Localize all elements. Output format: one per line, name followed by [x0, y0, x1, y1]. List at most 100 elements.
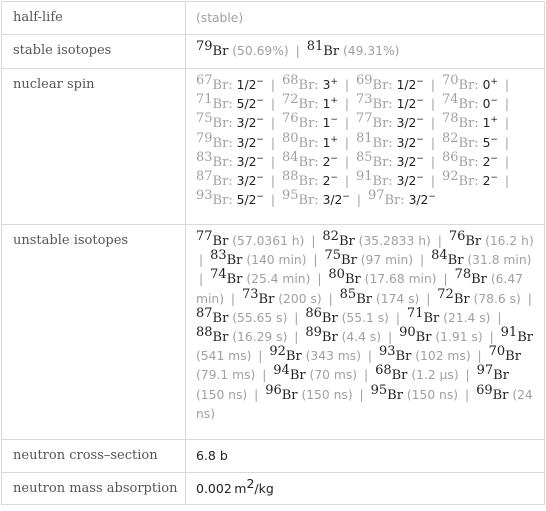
element-symbol: Br:: [212, 154, 233, 170]
element-symbol: Br: [356, 291, 372, 307]
separator: |: [426, 291, 431, 306]
isotope-mass-number: 75: [324, 248, 342, 264]
spin-value: 3/2: [396, 135, 417, 150]
spin-parity: −: [416, 173, 424, 184]
element-symbol: Br:: [212, 116, 233, 132]
nuclear-spin-item: 68Br: 3+: [282, 74, 338, 93]
separator: |: [262, 368, 267, 383]
element-symbol: Br: [212, 234, 229, 249]
separator: |: [344, 174, 350, 189]
spin-parity: −: [490, 173, 498, 184]
stable-isotopes-value: 79Br (50.69%) | 81Br (49.31%): [185, 34, 545, 69]
isotope-half-life: (21.4 s): [443, 310, 491, 325]
isotope-half-life: (4.4 s): [341, 330, 382, 345]
nuclear-spin-item: 69Br: 1/2−: [356, 74, 424, 93]
separator: |: [344, 135, 350, 150]
separator: |: [504, 116, 510, 131]
isotope-mass-number: 76: [281, 111, 299, 127]
element-symbol: Br: [226, 253, 243, 269]
spin-parity: −: [490, 134, 498, 145]
element-symbol: Br: [391, 368, 408, 384]
element-symbol: Br: [321, 330, 338, 346]
isotope-half-life: (25.4 min): [246, 272, 311, 287]
separator: |: [270, 116, 276, 131]
isotope-mass-number: 81: [306, 39, 324, 54]
isotope-mass-number: 92: [269, 344, 286, 360]
element-symbol: Br: [447, 253, 464, 269]
isotope-abundance: (49.31%): [342, 44, 400, 58]
isotope-mass-number: 76: [448, 229, 466, 244]
spin-parity: −: [330, 173, 338, 184]
isotope-half-life: (78.6 s): [473, 291, 521, 306]
unstable-isotope-item: 75Br (97 min): [325, 249, 414, 268]
half-life-label: half-life: [1, 1, 186, 35]
nuclear-spin-item: 87Br: 3/2−: [196, 170, 264, 189]
element-symbol: Br:: [372, 97, 393, 113]
spin-parity: +: [490, 115, 498, 126]
element-symbol: Br:: [212, 193, 233, 209]
element-symbol: Br:: [298, 116, 319, 132]
unstable-isotope-item: 74Br (25.4 min): [210, 268, 311, 287]
unstable-isotope-item: 96Br (150 ns): [265, 384, 352, 403]
isotope-mass-number: 74: [441, 92, 459, 108]
nuclear-spin-item: 79Br: 3/2−: [196, 132, 264, 151]
isotope-mass-number: 80: [281, 130, 299, 146]
nuclear-spin-item: 86Br: 2−: [442, 151, 498, 170]
isotope-mass-number: 71: [196, 92, 213, 108]
isotope-mass-number: 82: [322, 229, 339, 244]
isotope-half-life: (57.0361 h): [232, 234, 305, 248]
neutron-mass-absorption-unit-tail: /kg: [254, 481, 274, 496]
unstable-isotope-item: 95Br (150 ns): [371, 384, 459, 403]
separator: |: [527, 291, 532, 306]
separator: |: [295, 44, 300, 58]
isotope-mass-number: 88: [196, 325, 213, 341]
isotope-mass-number: 87: [196, 169, 213, 185]
nuclear-spin-item: 92Br: 2−: [442, 170, 498, 189]
isotope-mass-number: 73: [355, 92, 373, 108]
spin-parity: −: [428, 192, 436, 203]
unstable-isotopes-label: unstable isotopes: [1, 224, 186, 440]
isotope-mass-number: 84: [281, 149, 299, 165]
nuclear-spin-item: 73Br: 1/2−: [356, 93, 424, 113]
element-symbol: Br: [344, 272, 361, 288]
spin-parity: −: [490, 153, 498, 164]
spin-value: 1/2: [236, 78, 257, 92]
element-symbol: Br:: [458, 116, 479, 132]
spin-value: 3/2: [236, 135, 257, 150]
isotope-mass-number: 67: [196, 73, 213, 88]
element-symbol: Br:: [372, 116, 393, 132]
unstable-isotopes-value: 77Br (57.0361 h) | 82Br (35.2833 h) | 76…: [185, 224, 545, 440]
spin-parity: −: [256, 192, 264, 203]
nuclear-spin-item: 67Br: 1/2−: [196, 74, 264, 93]
nuclear-spin-item: 76Br: 1−: [282, 112, 338, 132]
isotope-half-life: (79.1 ms): [196, 368, 256, 383]
separator: |: [437, 234, 442, 248]
separator: |: [430, 116, 436, 131]
isotope-mass-number: 85: [339, 286, 357, 302]
spin-parity: +: [330, 77, 338, 87]
isotope-half-life: (150 ns): [406, 387, 459, 402]
unstable-isotope-item: 82Br (35.2833 h): [322, 230, 430, 249]
unstable-isotope-item: 87Br (55.65 s): [196, 307, 287, 326]
separator: |: [388, 330, 393, 345]
separator: |: [270, 193, 276, 208]
spin-value: 1/2: [396, 78, 417, 92]
separator: |: [254, 387, 259, 402]
element-symbol: Br: [415, 330, 432, 346]
separator: |: [317, 272, 322, 287]
isotope-mass-number: 86: [305, 305, 322, 321]
spin-parity: −: [256, 77, 264, 87]
element-symbol: Br: [338, 234, 355, 249]
element-symbol: Br:: [372, 78, 393, 93]
isotope-half-life: (16.29 s): [232, 330, 288, 345]
isotope-mass-number: 84: [431, 248, 448, 264]
unstable-isotope-item: 89Br (4.4 s): [305, 326, 382, 346]
element-symbol: Br:: [212, 78, 233, 93]
isotope-mass-number: 87: [196, 305, 213, 321]
spin-value: 3/2: [236, 154, 257, 169]
unstable-isotope-item: 77Br (57.0361 h): [196, 230, 305, 249]
separator: |: [270, 135, 276, 150]
unstable-isotope-item: 72Br (78.6 s): [437, 288, 521, 307]
isotope-mass-number: 74: [210, 267, 227, 283]
isotope-mass-number: 79: [196, 130, 213, 146]
